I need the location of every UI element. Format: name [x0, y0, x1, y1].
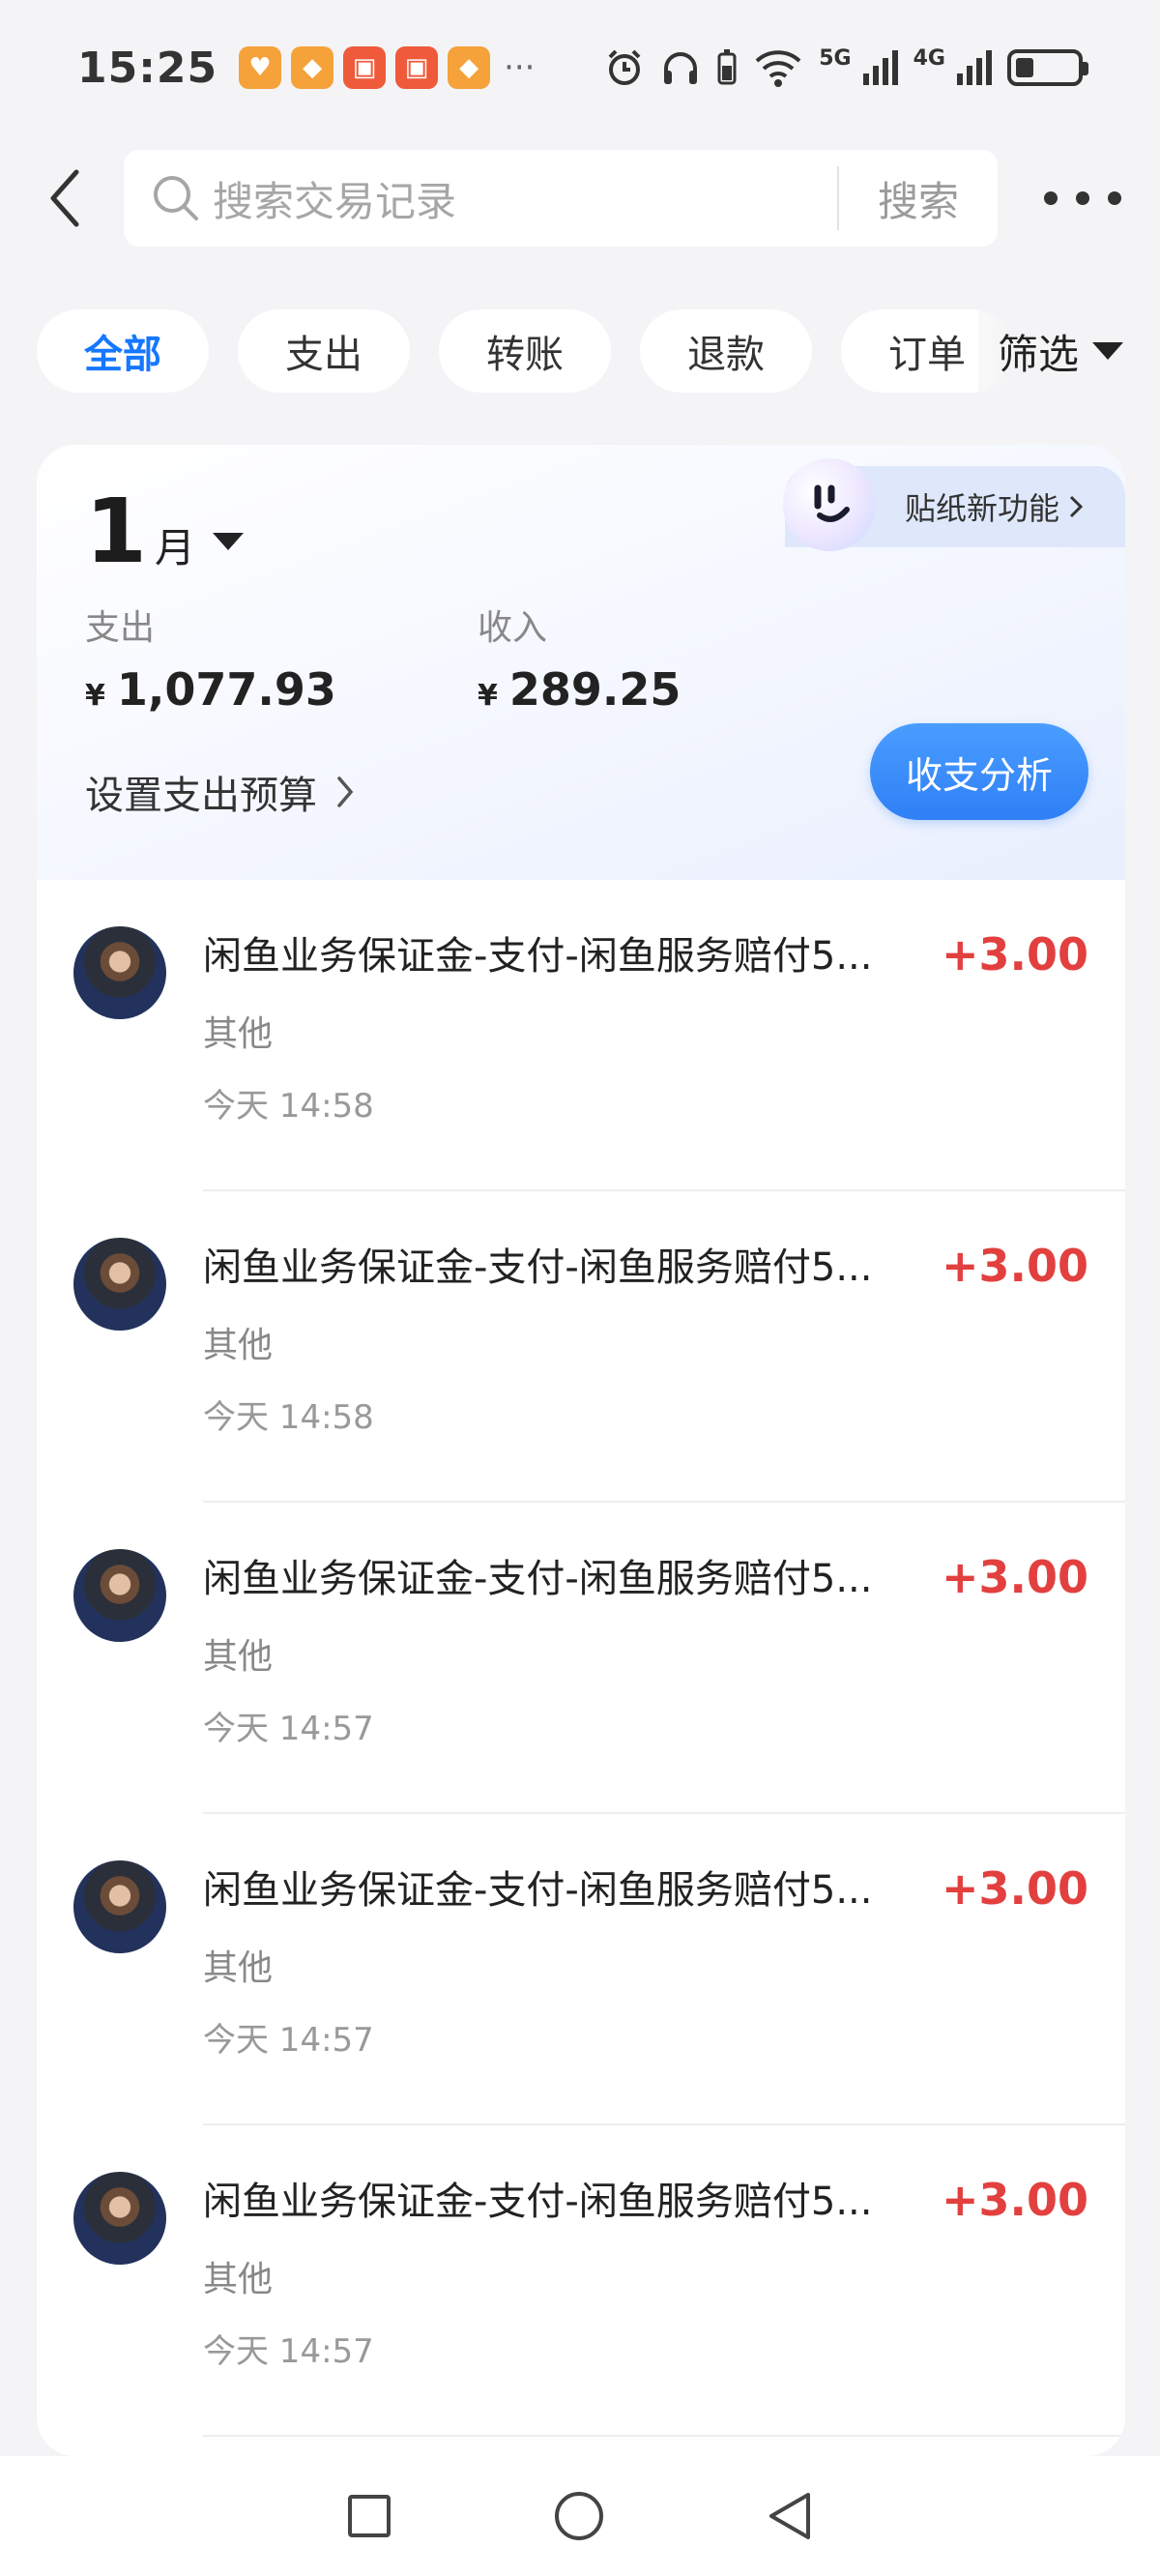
- transactions-card: 贴纸新功能 1 月 支出 ¥1,077.93 收入 ¥289.25 设置支出预算: [37, 445, 1125, 2456]
- more-options-button[interactable]: [1044, 174, 1121, 222]
- dot-icon: [1044, 191, 1058, 205]
- wifi-icon: [755, 50, 801, 87]
- transaction-time: 今天 14:57: [203, 2021, 374, 2060]
- row-divider: [203, 2435, 1125, 2437]
- expense-amount: 1,077.93: [116, 663, 336, 716]
- system-navigation-bar: [0, 2456, 1160, 2576]
- transaction-row[interactable]: 闲鱼业务保证金-支付-闲鱼服务赔付5... 其他 今天 14:58 +3.00: [37, 1191, 1125, 1503]
- transaction-title: 闲鱼业务保证金-支付-闲鱼服务赔付5...: [203, 1557, 873, 1601]
- sticker-feature-label: 贴纸新功能: [905, 490, 1060, 527]
- transaction-amount: +3.00: [941, 2174, 1088, 2226]
- budget-label: 设置支出预算: [85, 774, 317, 818]
- dot-icon: [1076, 191, 1089, 205]
- signal-4g-icon: [957, 50, 992, 85]
- search-header: 搜索交易记录 搜索: [0, 145, 1160, 251]
- income-expense-analysis-button[interactable]: 收支分析: [870, 723, 1088, 820]
- search-input[interactable]: 搜索交易记录 搜索: [124, 150, 998, 247]
- back-nav-button[interactable]: [768, 2491, 812, 2541]
- chevron-right-icon: [1069, 495, 1084, 518]
- transaction-title: 闲鱼业务保证金-支付-闲鱼服务赔付5...: [203, 934, 873, 979]
- transaction-category: 其他: [203, 1014, 274, 1054]
- month-selector[interactable]: 1 月: [85, 480, 245, 583]
- headphone-battery-icon: [717, 49, 737, 85]
- signal-5g-icon: [862, 50, 898, 85]
- filter-chip-refund[interactable]: 退款: [640, 309, 812, 393]
- transaction-category: 其他: [203, 1948, 274, 1988]
- avatar: [73, 926, 166, 1019]
- transaction-amount: +3.00: [941, 928, 1088, 981]
- caret-down-icon: [213, 533, 245, 550]
- filter-dropdown-button[interactable]: 筛选: [978, 309, 1123, 393]
- transaction-time: 今天 14:57: [203, 1710, 374, 1748]
- month-unit: 月: [155, 524, 196, 571]
- transaction-title: 闲鱼业务保证金-支付-闲鱼服务赔付5...: [203, 1868, 873, 1913]
- heart-app-icon: ♥: [239, 46, 282, 89]
- transaction-list: 闲鱼业务保证金-支付-闲鱼服务赔付5... 其他 今天 14:58 +3.00 …: [37, 880, 1125, 2437]
- month-number: 1: [85, 480, 148, 583]
- chevron-right-icon: [337, 776, 354, 807]
- currency-symbol: ¥: [478, 679, 498, 713]
- notification-app-icon: ◆: [448, 46, 491, 89]
- battery-icon: [1007, 49, 1088, 86]
- transaction-title: 闲鱼业务保证金-支付-闲鱼服务赔付5...: [203, 1245, 873, 1290]
- sticker-feature-banner[interactable]: 贴纸新功能: [783, 458, 1125, 551]
- transaction-time: 今天 14:57: [203, 2332, 374, 2371]
- caret-down-icon: [1092, 342, 1123, 360]
- avatar: [73, 1549, 166, 1642]
- transaction-category: 其他: [203, 2260, 274, 2299]
- transaction-time: 今天 14:58: [203, 1087, 374, 1126]
- filter-chip-transfer[interactable]: 转账: [439, 309, 611, 393]
- month-summary: 贴纸新功能 1 月 支出 ¥1,077.93 收入 ¥289.25 设置支出预算: [37, 445, 1125, 880]
- transaction-row[interactable]: 闲鱼业务保证金-支付-闲鱼服务赔付5... 其他 今天 14:57 +3.00: [37, 2125, 1125, 2437]
- transaction-amount: +3.00: [941, 1551, 1088, 1603]
- transaction-category: 其他: [203, 1637, 274, 1677]
- income-total: ¥289.25: [478, 663, 681, 716]
- expense-total: ¥1,077.93: [85, 663, 336, 716]
- filter-label: 筛选: [997, 330, 1079, 378]
- alarm-icon: [608, 49, 641, 85]
- status-time: 15:25: [77, 43, 218, 93]
- headphones-icon: [664, 52, 698, 84]
- search-button[interactable]: 搜索: [839, 169, 998, 228]
- transaction-amount: +3.00: [941, 1240, 1088, 1292]
- notification-app-icon: ◆: [291, 46, 334, 89]
- filter-bar: 全部 支出 转账 退款 订单 筛选: [37, 309, 1123, 393]
- transaction-amount: +3.00: [941, 1862, 1088, 1915]
- sticker-mascot-icon: [783, 458, 876, 551]
- avatar: [73, 1238, 166, 1331]
- smile-face-icon: [814, 484, 850, 522]
- back-arrow-icon: [50, 169, 79, 227]
- network-4g-label: 4G: [913, 45, 945, 71]
- back-button[interactable]: [35, 164, 93, 232]
- notification-app-icon: ▣: [343, 46, 387, 89]
- notification-app-icon: ▣: [395, 46, 439, 89]
- expense-label: 支出: [85, 608, 156, 648]
- income-label: 收入: [478, 608, 548, 648]
- search-icon: [154, 176, 198, 220]
- currency-symbol: ¥: [85, 679, 105, 713]
- status-bar: 15:25 ♥ ◆ ▣ ▣ ◆ ··· 5G 4G: [0, 0, 1160, 135]
- avatar: [73, 2172, 166, 2265]
- more-notifications-icon: ···: [504, 48, 536, 87]
- income-amount: 289.25: [508, 663, 682, 716]
- dot-icon: [1108, 191, 1121, 205]
- filter-chip-expense[interactable]: 支出: [238, 309, 410, 393]
- search-placeholder: 搜索交易记录: [213, 177, 457, 225]
- transaction-row[interactable]: 闲鱼业务保证金-支付-闲鱼服务赔付5... 其他 今天 14:57 +3.00: [37, 1503, 1125, 1814]
- transaction-row[interactable]: 闲鱼业务保证金-支付-闲鱼服务赔付5... 其他 今天 14:58 +3.00: [37, 880, 1125, 1191]
- transaction-row[interactable]: 闲鱼业务保证金-支付-闲鱼服务赔付5... 其他 今天 14:57 +3.00: [37, 1814, 1125, 2125]
- transaction-category: 其他: [203, 1326, 274, 1365]
- filter-chip-all[interactable]: 全部: [37, 309, 209, 393]
- income-summary: 收入 ¥289.25: [478, 600, 681, 716]
- set-budget-link[interactable]: 设置支出预算: [85, 764, 354, 820]
- transaction-time: 今天 14:58: [203, 1398, 374, 1437]
- transaction-title: 闲鱼业务保证金-支付-闲鱼服务赔付5...: [203, 2180, 873, 2224]
- expense-summary: 支出 ¥1,077.93: [85, 600, 336, 716]
- avatar: [73, 1860, 166, 1953]
- home-button[interactable]: [555, 2492, 603, 2540]
- network-5g-label: 5G: [819, 45, 852, 71]
- recent-apps-button[interactable]: [348, 2495, 391, 2537]
